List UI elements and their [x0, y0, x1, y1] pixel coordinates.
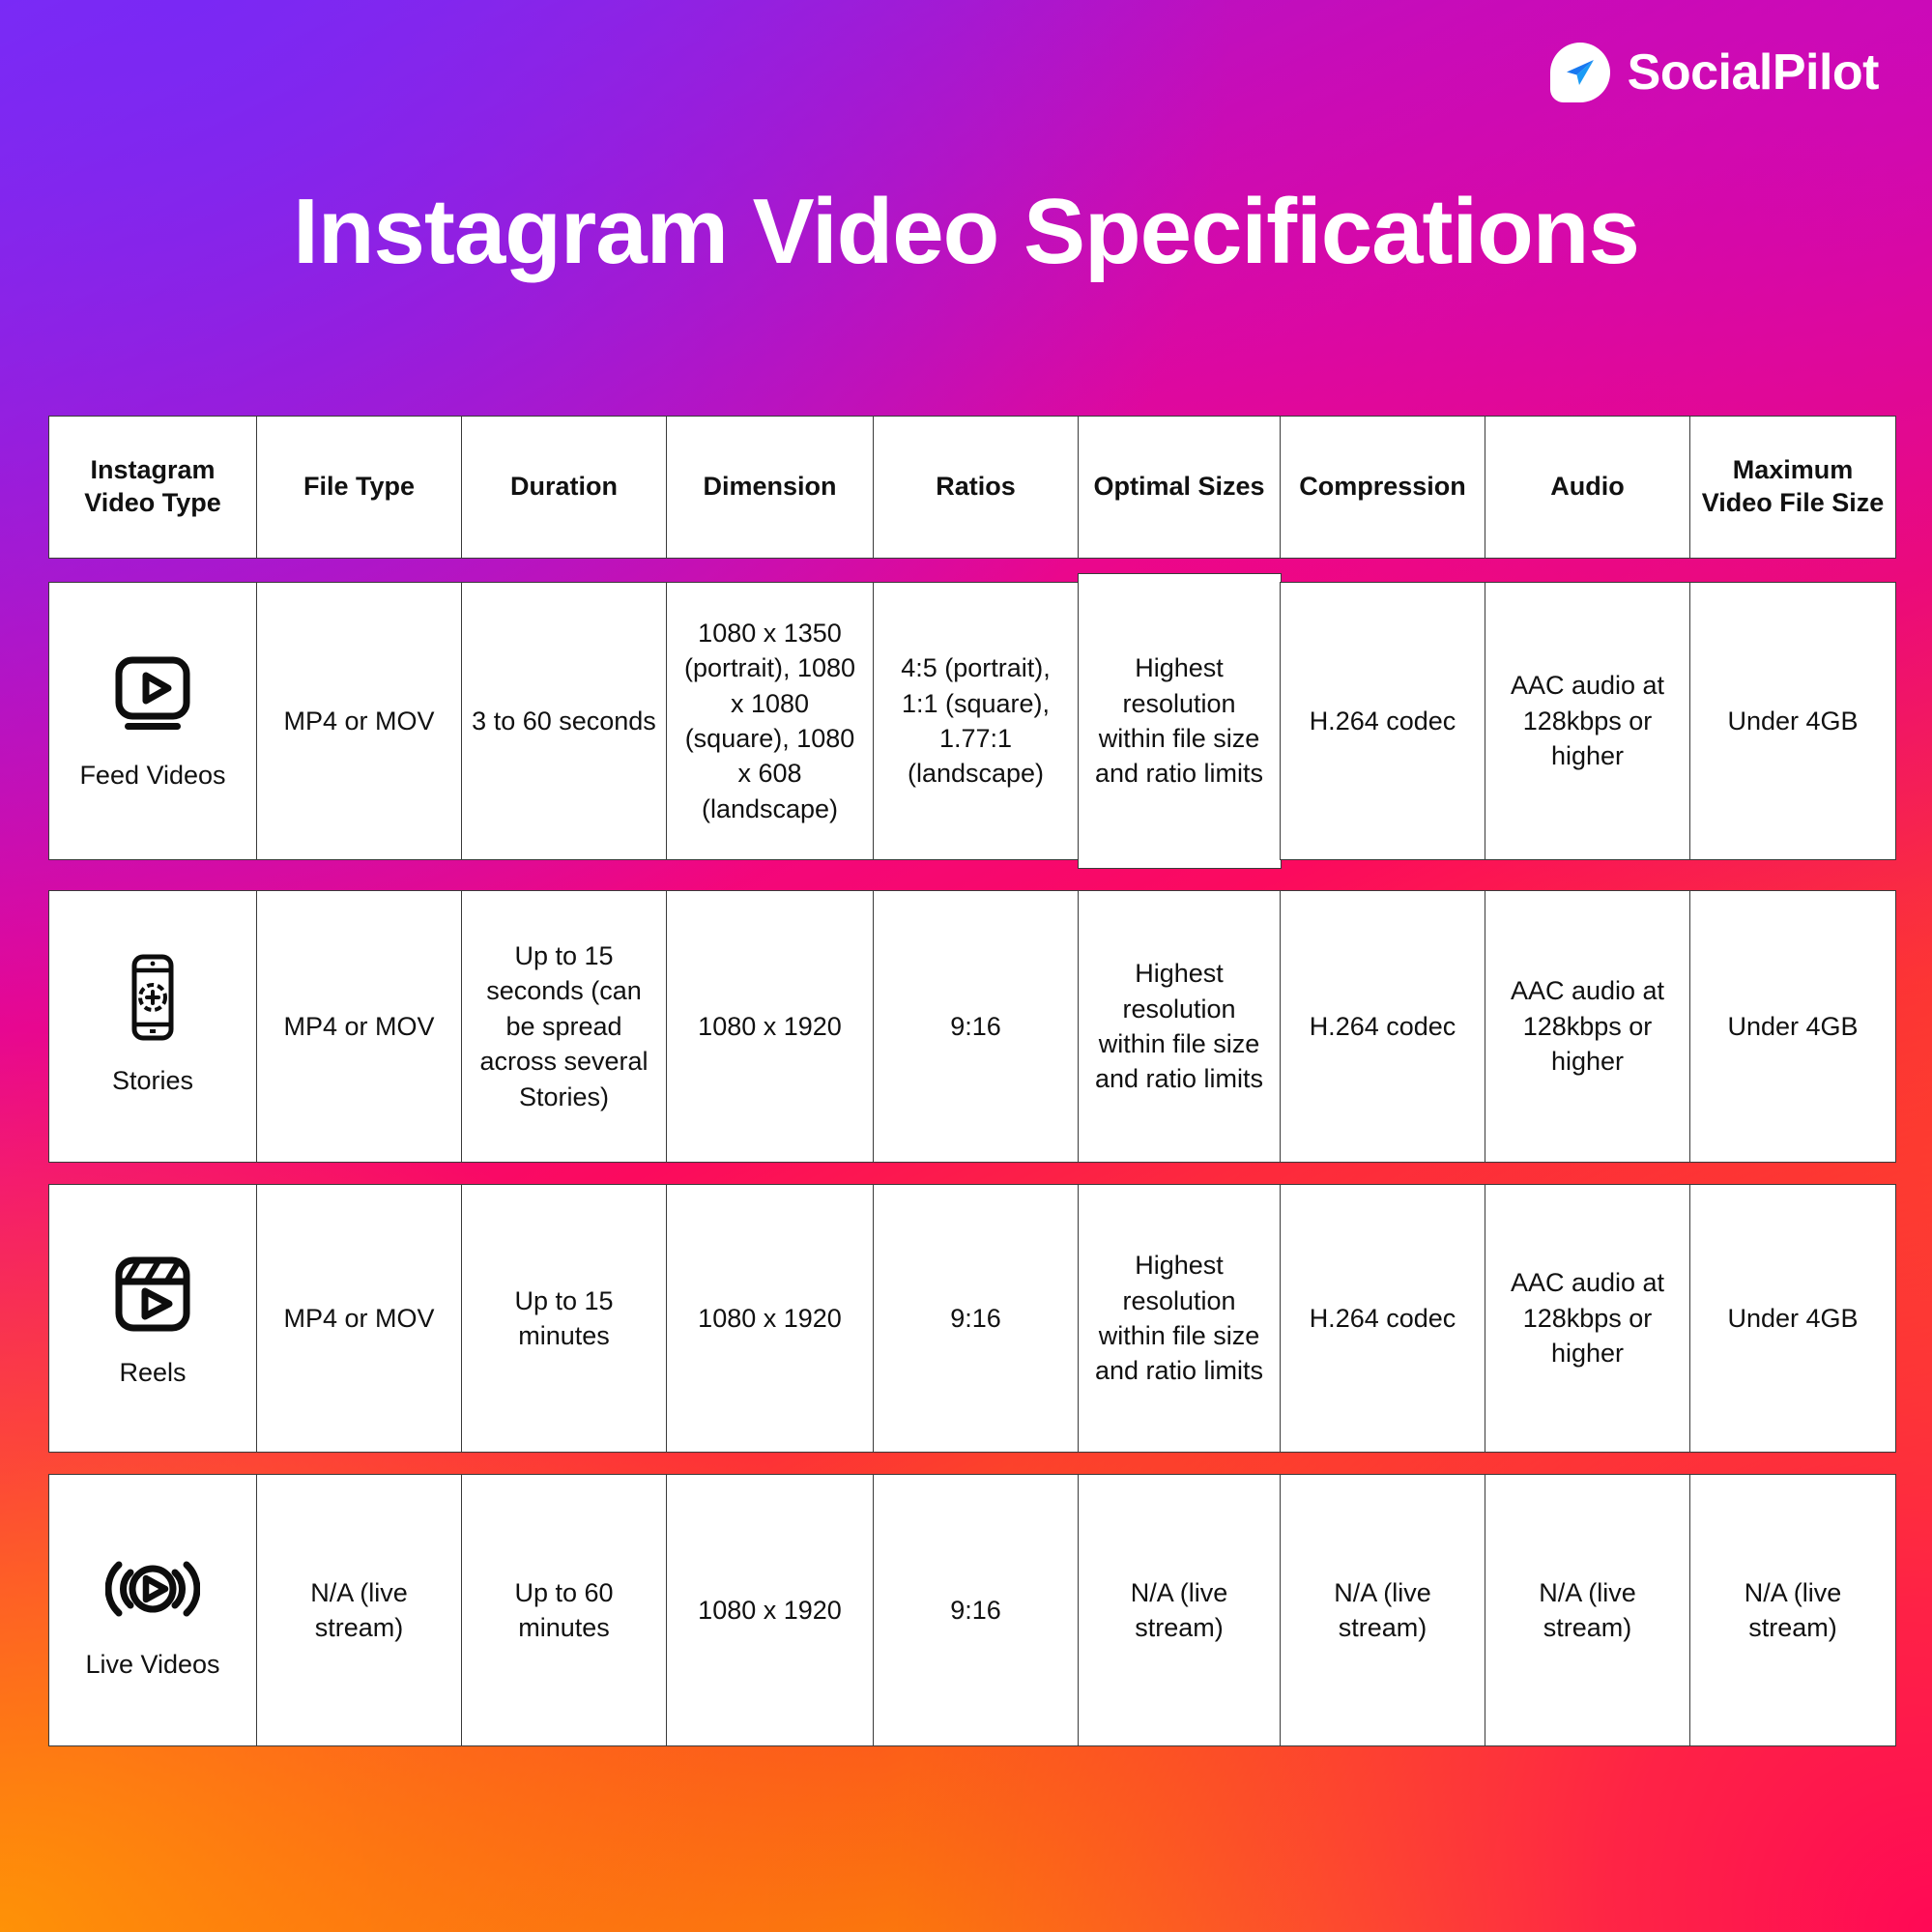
column-header-duration: Duration — [461, 416, 667, 559]
optimal-sizes-value: Highest resolution within file size and … — [1077, 1184, 1282, 1453]
audio-value: AAC audio at 128kbps or higher — [1484, 1184, 1691, 1453]
clapperboard-play-icon — [113, 1247, 192, 1334]
instagram-video-specs-table: Instagram Video Type File Type Duration … — [48, 416, 1896, 1746]
file-type-value: N/A (live stream) — [255, 1474, 463, 1746]
max-file-size-value: N/A (live stream) — [1689, 1474, 1896, 1746]
ratios-value: 9:16 — [873, 890, 1079, 1163]
video-type-label: Feed Videos — [79, 760, 226, 790]
audio-value: AAC audio at 128kbps or higher — [1484, 582, 1691, 860]
table-header-row: Instagram Video Type File Type Duration … — [48, 416, 1896, 559]
column-header-instagram-video-type: Instagram Video Type — [48, 416, 257, 559]
column-header-ratios: Ratios — [873, 416, 1079, 559]
dimension-value: 1080 x 1920 — [665, 1474, 875, 1746]
column-header-dimension: Dimension — [665, 416, 875, 559]
table-row: Live Videos N/A (live stream) Up to 60 m… — [48, 1474, 1896, 1746]
column-header-optimal-sizes: Optimal Sizes — [1077, 416, 1282, 559]
table-row: Stories MP4 or MOV Up to 15 seconds (can… — [48, 890, 1896, 1163]
duration-value: Up to 60 minutes — [461, 1474, 667, 1746]
video-type-label: Reels — [119, 1357, 187, 1387]
duration-value: 3 to 60 seconds — [461, 582, 667, 860]
max-file-size-value: Under 4GB — [1689, 890, 1896, 1163]
max-file-size-value: Under 4GB — [1689, 1184, 1896, 1453]
broadcast-play-icon — [105, 1539, 200, 1626]
ratios-value: 9:16 — [873, 1184, 1079, 1453]
compression-value: H.264 codec — [1280, 582, 1485, 860]
compression-value: N/A (live stream) — [1280, 1474, 1485, 1746]
file-type-value: MP4 or MOV — [255, 890, 463, 1163]
column-header-compression: Compression — [1280, 416, 1485, 559]
video-type-cell-feed-videos: Feed Videos — [48, 582, 257, 860]
ratios-value: 9:16 — [873, 1474, 1079, 1746]
optimal-sizes-value: Highest resolution within file size and … — [1077, 890, 1282, 1163]
dimension-value: 1080 x 1920 — [665, 1184, 875, 1453]
brand-name: SocialPilot — [1627, 44, 1880, 101]
optimal-sizes-value: N/A (live stream) — [1077, 1474, 1282, 1746]
socialpilot-logo: SocialPilot — [1549, 43, 1880, 102]
audio-value: AAC audio at 128kbps or higher — [1484, 890, 1691, 1163]
optimal-sizes-value: Highest resolution within file size and … — [1077, 573, 1282, 869]
video-type-cell-stories: Stories — [48, 890, 257, 1163]
video-type-label: Live Videos — [85, 1649, 220, 1679]
page-title: Instagram Video Specifications — [293, 180, 1640, 283]
column-header-file-type: File Type — [255, 416, 463, 559]
paper-plane-icon — [1549, 43, 1610, 102]
table-row: Reels MP4 or MOV Up to 15 minutes 1080 x… — [48, 1184, 1896, 1453]
phone-add-story-icon — [119, 954, 187, 1042]
video-type-label: Stories — [111, 1065, 194, 1095]
compression-value: H.264 codec — [1280, 1184, 1485, 1453]
duration-value: Up to 15 seconds (can be spread across s… — [461, 890, 667, 1163]
column-header-audio: Audio — [1484, 416, 1691, 559]
compression-value: H.264 codec — [1280, 890, 1485, 1163]
file-type-value: MP4 or MOV — [255, 1184, 463, 1453]
dimension-value: 1080 x 1350 (portrait), 1080 x 1080 (squ… — [665, 582, 875, 860]
video-monitor-play-icon — [111, 649, 194, 736]
max-file-size-value: Under 4GB — [1689, 582, 1896, 860]
table-row: Feed Videos MP4 or MOV 3 to 60 seconds 1… — [48, 573, 1896, 869]
audio-value: N/A (live stream) — [1484, 1474, 1691, 1746]
ratios-value: 4:5 (portrait), 1:1 (square), 1.77:1 (la… — [873, 582, 1079, 860]
file-type-value: MP4 or MOV — [255, 582, 463, 860]
duration-value: Up to 15 minutes — [461, 1184, 667, 1453]
column-header-maximum-video-file-size: Maximum Video File Size — [1689, 416, 1896, 559]
video-type-cell-live-videos: Live Videos — [48, 1474, 257, 1746]
video-type-cell-reels: Reels — [48, 1184, 257, 1453]
dimension-value: 1080 x 1920 — [665, 890, 875, 1163]
